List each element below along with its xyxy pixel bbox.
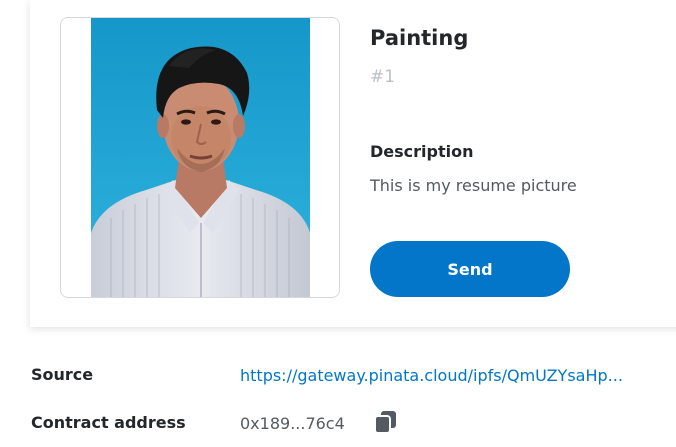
nft-token-id: #1 <box>370 67 396 87</box>
nft-image-frame <box>60 17 340 298</box>
contract-address-label: Contract address <box>31 413 186 432</box>
send-button[interactable]: Send <box>370 241 570 297</box>
source-link[interactable]: https://gateway.pinata.cloud/ipfs/QmUZYs… <box>240 366 623 385</box>
description-text: This is my resume picture <box>370 176 577 195</box>
source-label: Source <box>31 365 94 384</box>
nft-title: Painting <box>370 26 469 50</box>
nft-details-page: Painting #1 Description This is my resum… <box>0 0 676 447</box>
copy-icon[interactable] <box>373 409 399 435</box>
nft-image <box>91 18 310 297</box>
description-heading: Description <box>370 142 474 161</box>
contract-address-value: 0x189...76c4 <box>240 414 345 433</box>
